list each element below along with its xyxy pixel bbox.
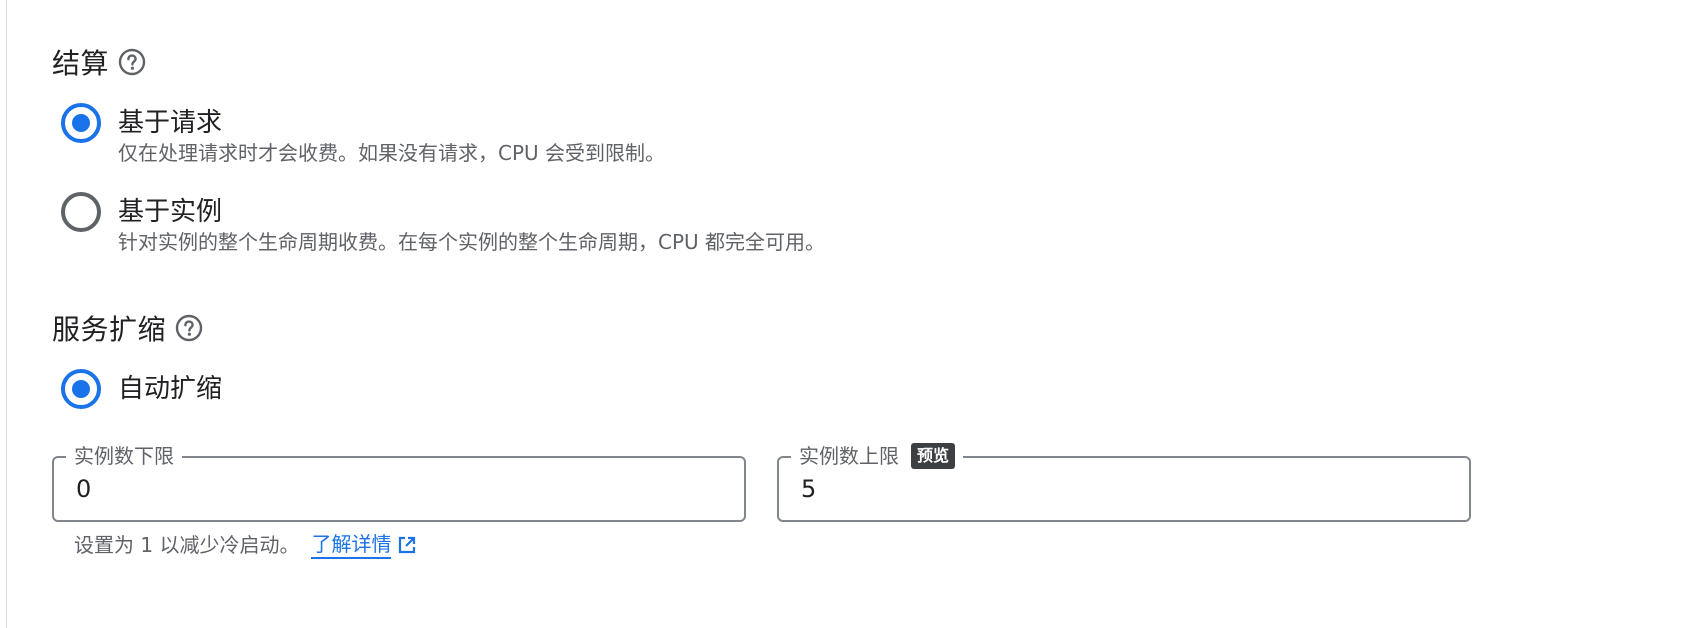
radio-request-based[interactable] (61, 103, 101, 143)
max-instances-field[interactable]: 实例数上限 预览 5 (777, 440, 1471, 522)
billing-option-instance[interactable]: 基于实例 针对实例的整个生命周期收费。在每个实例的整个生命周期，CPU 都完全可… (61, 192, 825, 256)
min-instances-field[interactable]: 实例数下限 0 (52, 440, 746, 522)
max-instances-input[interactable]: 5 (801, 474, 816, 504)
radio-instance-based[interactable] (61, 192, 101, 232)
billing-title-text: 结算 (52, 47, 110, 80)
billing-option-description: 针对实例的整个生命周期收费。在每个实例的整个生命周期，CPU 都完全可用。 (118, 230, 826, 254)
min-instances-hint: 设置为 1 以减少冷启动。 了解详情 (74, 530, 417, 560)
learn-more-link[interactable]: 了解详情 (311, 531, 392, 559)
open-in-new-icon[interactable] (397, 535, 417, 555)
billing-option-request[interactable]: 基于请求 仅在处理请求时才会收费。如果没有请求，CPU 会受到限制。 (61, 103, 665, 167)
billing-option-text: 基于请求 仅在处理请求时才会收费。如果没有请求，CPU 会受到限制。 (118, 103, 665, 167)
help-icon[interactable] (174, 313, 204, 343)
radio-autoscaling[interactable] (61, 369, 101, 409)
help-icon[interactable] (117, 47, 147, 77)
preview-badge: 预览 (911, 443, 956, 469)
billing-option-label[interactable]: 基于请求 (118, 103, 665, 143)
panel-left-border (6, 0, 7, 628)
max-instances-label-text: 实例数上限 (799, 444, 899, 468)
min-instances-label-text: 实例数下限 (74, 444, 174, 468)
scaling-title-text: 服务扩缩 (52, 313, 167, 346)
billing-option-text: 基于实例 针对实例的整个生命周期收费。在每个实例的整个生命周期，CPU 都完全可… (118, 192, 825, 256)
min-instances-label: 实例数下限 (66, 440, 182, 472)
scaling-option-text: 自动扩缩 (118, 369, 222, 409)
max-instances-label: 实例数上限 预览 (791, 440, 964, 472)
hint-text: 设置为 1 以减少冷启动。 (74, 533, 300, 557)
scaling-section-title: 服务扩缩 (52, 308, 204, 348)
billing-section-title: 结算 (52, 42, 147, 82)
min-instances-input[interactable]: 0 (76, 474, 91, 504)
billing-option-description: 仅在处理请求时才会收费。如果没有请求，CPU 会受到限制。 (118, 141, 666, 165)
billing-option-label[interactable]: 基于实例 (118, 192, 825, 232)
scaling-option-auto[interactable]: 自动扩缩 (61, 369, 222, 409)
scaling-option-label[interactable]: 自动扩缩 (118, 369, 222, 409)
